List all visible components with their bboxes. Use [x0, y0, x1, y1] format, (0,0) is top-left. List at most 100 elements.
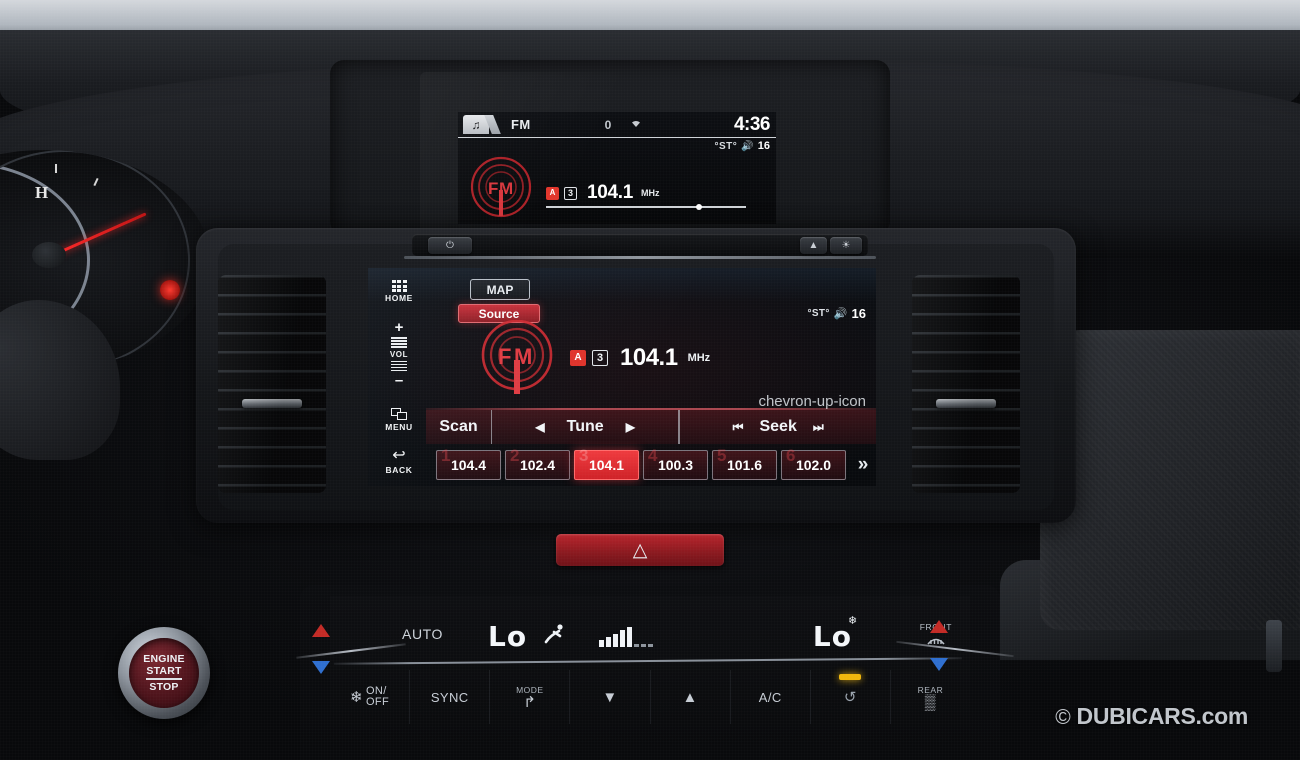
climate-button-content: ▼ [602, 690, 617, 705]
preset-frequency: 104.1 [588, 457, 625, 473]
engine-line-1: ENGINE [143, 653, 185, 666]
engine-line-3: STOP [149, 680, 179, 693]
passenger-temp-up-button[interactable] [930, 620, 948, 633]
hazard-triangle-icon: △ [632, 539, 648, 561]
eject-button[interactable]: ▲ [800, 237, 827, 254]
watermark: © DUBICARS.com [1055, 703, 1248, 730]
tuning-slider [546, 204, 746, 210]
volume-bars-icon [391, 337, 407, 348]
fan-bar [599, 640, 605, 647]
tuner-control-bar: Scan ◀ Tune ▶ ⏮ Seek ⏭ [426, 410, 876, 444]
preset-index: 3 [579, 446, 589, 465]
preset-frequency: 102.0 [795, 457, 832, 473]
menu-button[interactable]: MENU [385, 408, 412, 432]
brightness-button[interactable]: ☀ [830, 237, 862, 254]
screen-status-indicators: °ST° 🔊 16 [807, 306, 866, 321]
climate-button-content: ↱ [523, 695, 536, 710]
climate-button-rear-defrost[interactable]: REAR ▒ [891, 670, 970, 724]
upper-badges: A 3 104.1 MHz [546, 182, 660, 204]
back-label: BACK [385, 465, 413, 476]
seek-prev-button[interactable]: ⏮ [733, 420, 744, 435]
climate-button-mode[interactable]: MODE ↱ [490, 670, 571, 724]
passenger-temperature-value: Lo [812, 619, 852, 653]
seek-label: Seek [759, 418, 797, 435]
back-arrow-icon: ↩ [392, 447, 406, 465]
map-button[interactable]: MAP [470, 279, 530, 300]
home-label: HOME [385, 293, 413, 303]
wifi-icon [629, 118, 643, 131]
presets-next-page-button[interactable]: » [850, 450, 876, 480]
vent-shading [912, 275, 1020, 493]
climate-button-ac[interactable]: A/C [731, 670, 811, 724]
air-vent-left[interactable] [218, 275, 326, 493]
climate-display: AUTO Lo ❄ Lo FRONT [330, 610, 970, 660]
preset-button-4[interactable]: 4 100.3 [643, 446, 708, 480]
tune-next-button[interactable]: ▶ [626, 420, 635, 434]
upper-source-label: FM [511, 117, 531, 132]
preset-frequency: 102.4 [519, 457, 556, 473]
upper-status-bar: ♫ FM 0 4:36 [458, 112, 776, 138]
upper-display-body: F M A 3 104.1 MHz [458, 156, 776, 224]
chevron-up-icon[interactable]: chevron-up-icon [758, 394, 866, 409]
climate-button-content: ▒ [925, 695, 936, 710]
watermark-text: DUBICARS.com [1076, 703, 1249, 729]
upper-information-display: ♫ FM 0 4:36 °ST° 🔊 16 F M A 3 104.1 MHz [458, 112, 776, 224]
climate-button-recirculation[interactable]: ↺ [811, 670, 891, 724]
warning-lamp-brake-icon [160, 280, 180, 300]
driver-temp-up-button[interactable] [312, 624, 330, 637]
climate-button-fan-up[interactable]: ▲ [651, 670, 731, 724]
preset-index: 2 [510, 446, 520, 465]
fan-on-off-label: ON/OFF [365, 685, 390, 708]
tune-prev-button[interactable]: ◀ [535, 420, 544, 434]
preset-index: 5 [717, 446, 727, 465]
vent-shading [218, 275, 326, 493]
rds-badge: A [570, 350, 586, 366]
climate-button-content: ↺ [844, 690, 857, 705]
preset-button-6[interactable]: 6 102.0 [781, 446, 846, 480]
fm-station-logo-icon: F M [481, 320, 553, 394]
speaker-icon: 🔊 [741, 140, 754, 152]
seek-next-button[interactable]: ⏭ [813, 420, 824, 435]
home-button[interactable]: HOME [385, 280, 413, 303]
dashboard-scene: H ♫ FM 0 4:36 °ST° 🔊 16 F M A 3 104.1 MH… [0, 0, 1300, 760]
preset-index: 4 [648, 446, 658, 465]
driver-temp-down-button[interactable] [312, 661, 330, 674]
mode-airflow-icon: ↱ [523, 693, 537, 711]
fan-bar [634, 644, 640, 647]
volume-label: VOL [389, 349, 409, 359]
preset-button-5[interactable]: 5 101.6 [712, 446, 777, 480]
svg-text:F: F [498, 344, 511, 369]
infotainment-touchscreen[interactable]: MAP Source °ST° 🔊 16 F M A 3 104.1 MHz c… [368, 268, 876, 486]
passenger-temp-down-button[interactable] [930, 658, 948, 671]
climate-button-fan-down[interactable]: ▼ [570, 670, 651, 724]
volume-down-button[interactable]: – [395, 373, 403, 388]
brightness-icon: ☀ [841, 240, 851, 251]
passenger-side-trim-button[interactable] [1266, 620, 1282, 672]
speaker-icon: 🔊 [833, 308, 848, 320]
climate-button-fan-on-off[interactable]: ❄ ON/OFF [330, 670, 411, 724]
preset-frequency: 104.4 [450, 457, 487, 473]
preset-button-3[interactable]: 3 104.1 [574, 446, 639, 480]
engine-start-stop-button[interactable]: ENGINE START STOP [129, 638, 199, 708]
preset-index: 6 [786, 446, 796, 465]
preset-button-1[interactable]: 1 104.4 [436, 446, 501, 480]
preset-button-2[interactable]: 2 102.4 [505, 446, 570, 480]
rear-defrost-icon: ▒ [924, 693, 936, 711]
volume-control[interactable]: + VOL – [390, 320, 408, 388]
upper-counter: 0 [604, 117, 612, 132]
snowflake-icon: ❄ [848, 615, 858, 627]
air-vent-right[interactable] [912, 275, 1020, 493]
fan-icon: ❄ [349, 688, 363, 706]
windows-stack-icon [390, 408, 408, 421]
auto-label: AUTO [402, 626, 444, 642]
back-button[interactable]: ↩ BACK [385, 447, 413, 476]
power-icon: ⏻ [446, 240, 454, 251]
hazard-light-button[interactable]: △ [556, 534, 724, 566]
volume-up-button[interactable]: + [395, 320, 404, 335]
climate-readouts: Lo ❄ Lo [478, 612, 898, 660]
climate-button-sync[interactable]: SYNC [410, 670, 491, 724]
power-button[interactable]: ⏻ [428, 237, 472, 254]
gauge-tick-top [55, 164, 57, 173]
preset-index: 1 [441, 446, 451, 465]
scan-button[interactable]: Scan [426, 410, 492, 444]
